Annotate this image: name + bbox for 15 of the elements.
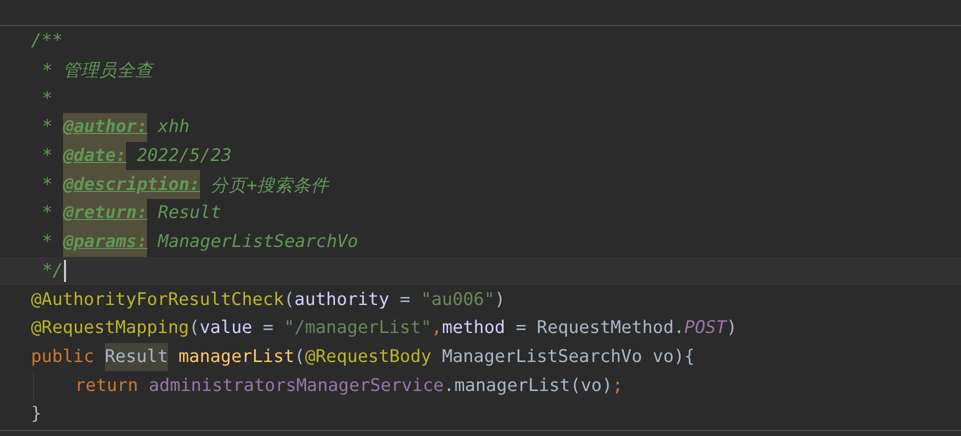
code-line: * @date: 2022/5/23	[42, 142, 232, 170]
code-line: */	[42, 260, 64, 283]
code-line: * @author: xhh	[42, 113, 190, 142]
text-cursor	[64, 260, 66, 282]
code-line: * 管理员全查	[42, 60, 154, 84]
code-line: *	[42, 88, 53, 111]
code-line: @AuthorityForResultCheck(authority = "au006")	[31, 288, 506, 312]
code-line: public Result managerList(@RequestBody ManagerListSearchVo vo){	[31, 342, 695, 372]
code-line: * @params: ManagerListSearchVo	[42, 228, 358, 256]
code-line: * @description: 分页+搜索条件	[42, 170, 330, 200]
code-line: @RequestMapping(value = "/managerList",method = RequestMethod.POST)	[31, 317, 737, 340]
code-line: /**	[31, 30, 63, 54]
code-line: * @return: Result	[42, 199, 222, 228]
code-line: return administratorsManagerService.managerList(vo);	[75, 374, 623, 398]
code-line: }	[31, 403, 42, 426]
